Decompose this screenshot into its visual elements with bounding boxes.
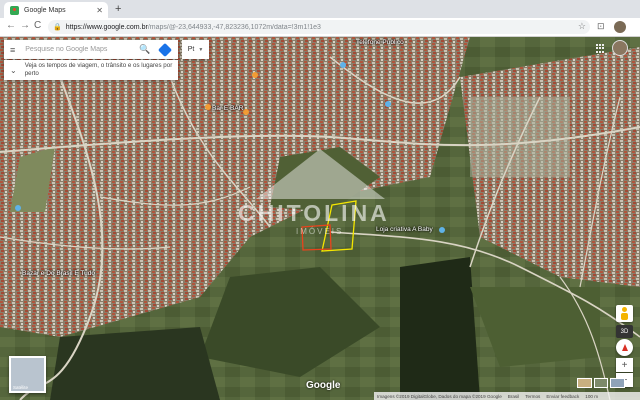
zoom-in-button[interactable]: + (616, 358, 633, 372)
country-link[interactable]: Brasil (508, 394, 520, 399)
address-bar[interactable]: 🔒 https://www.google.com.br /maps/@-23,6… (48, 20, 590, 34)
cast-icon[interactable]: ⊡ (597, 21, 605, 32)
apps-grid-icon[interactable] (596, 44, 605, 53)
watermark-brand: CHITOLINA (238, 200, 390, 226)
layers-label: Satélite (13, 385, 29, 390)
reload-button[interactable]: C (34, 20, 41, 31)
caret-down-icon: ▼ (198, 46, 204, 53)
watermark-subtitle: IMÓVEIS (296, 227, 344, 236)
bookmark-star-icon[interactable]: ☆ (578, 21, 586, 32)
terms-link[interactable]: Termos (525, 394, 540, 399)
label-bazar[interactable]: Bazar e Do Brasil E Tudo (22, 270, 102, 278)
tab-google-maps[interactable]: Google Maps ✕ (4, 2, 108, 18)
scale-label[interactable]: 100 m (585, 394, 598, 399)
url-path: /maps/@-23,644933,-47,823236,1072m/data=… (147, 23, 321, 31)
travel-times-card[interactable]: ⌄ Veja os tempos de viagem, o trânsito e… (4, 60, 178, 80)
google-maps-favicon-icon (10, 5, 19, 15)
layers-toggle[interactable]: Satélite (9, 356, 46, 393)
map-attribution: Imagens ©2019 DigitalGlobe, Dados do map… (374, 392, 640, 400)
browser-tab-bar: Google Maps ✕ + (0, 0, 640, 18)
close-tab-icon[interactable]: ✕ (96, 6, 103, 15)
street-view-pegman-icon[interactable] (616, 305, 633, 322)
browser-profile-avatar[interactable] (614, 21, 626, 33)
language-selector[interactable]: Pt ▼ (182, 40, 209, 59)
search-input[interactable] (23, 45, 138, 54)
chevron-down-icon[interactable]: ⌄ (10, 66, 17, 75)
forward-button[interactable]: → (20, 20, 30, 31)
account-avatar[interactable] (612, 40, 628, 56)
label-telefone-publico[interactable]: Telefone Público (356, 39, 404, 46)
browser-toolbar: ← → C 🔒 https://www.google.com.br /maps/… (0, 18, 640, 37)
feedback-link[interactable]: Enviar feedback (546, 394, 579, 399)
label-bar[interactable]: Bar E BAR (212, 105, 243, 112)
new-tab-button[interactable]: + (115, 3, 121, 15)
language-label: Pt (187, 46, 195, 53)
satellite-map[interactable]: CHITOLINA IMÓVEIS Telefone Público Bar E… (0, 37, 640, 400)
url-host: https://www.google.com.br (65, 23, 148, 31)
tab-title: Google Maps (24, 6, 66, 14)
menu-icon[interactable]: ≡ (10, 45, 15, 55)
label-loja-criativa[interactable]: Loja criativa A Baby (376, 226, 433, 233)
search-icon[interactable]: 🔍 (139, 44, 150, 55)
toggle-3d-button[interactable]: 3D (616, 325, 633, 338)
compass-icon[interactable] (616, 339, 633, 356)
maps-search-box: ≡ 🔍 (4, 40, 178, 59)
imagery-thumbnails[interactable] (577, 378, 626, 388)
directions-icon[interactable] (158, 42, 173, 57)
google-logo: Google (306, 380, 341, 391)
imagery-credit: Imagens ©2019 DigitalGlobe, Dados do map… (377, 393, 502, 399)
lock-icon: 🔒 (53, 24, 62, 31)
travel-times-text: Veja os tempos de viagem, o trânsito e o… (24, 62, 173, 77)
back-button[interactable]: ← (6, 20, 16, 31)
